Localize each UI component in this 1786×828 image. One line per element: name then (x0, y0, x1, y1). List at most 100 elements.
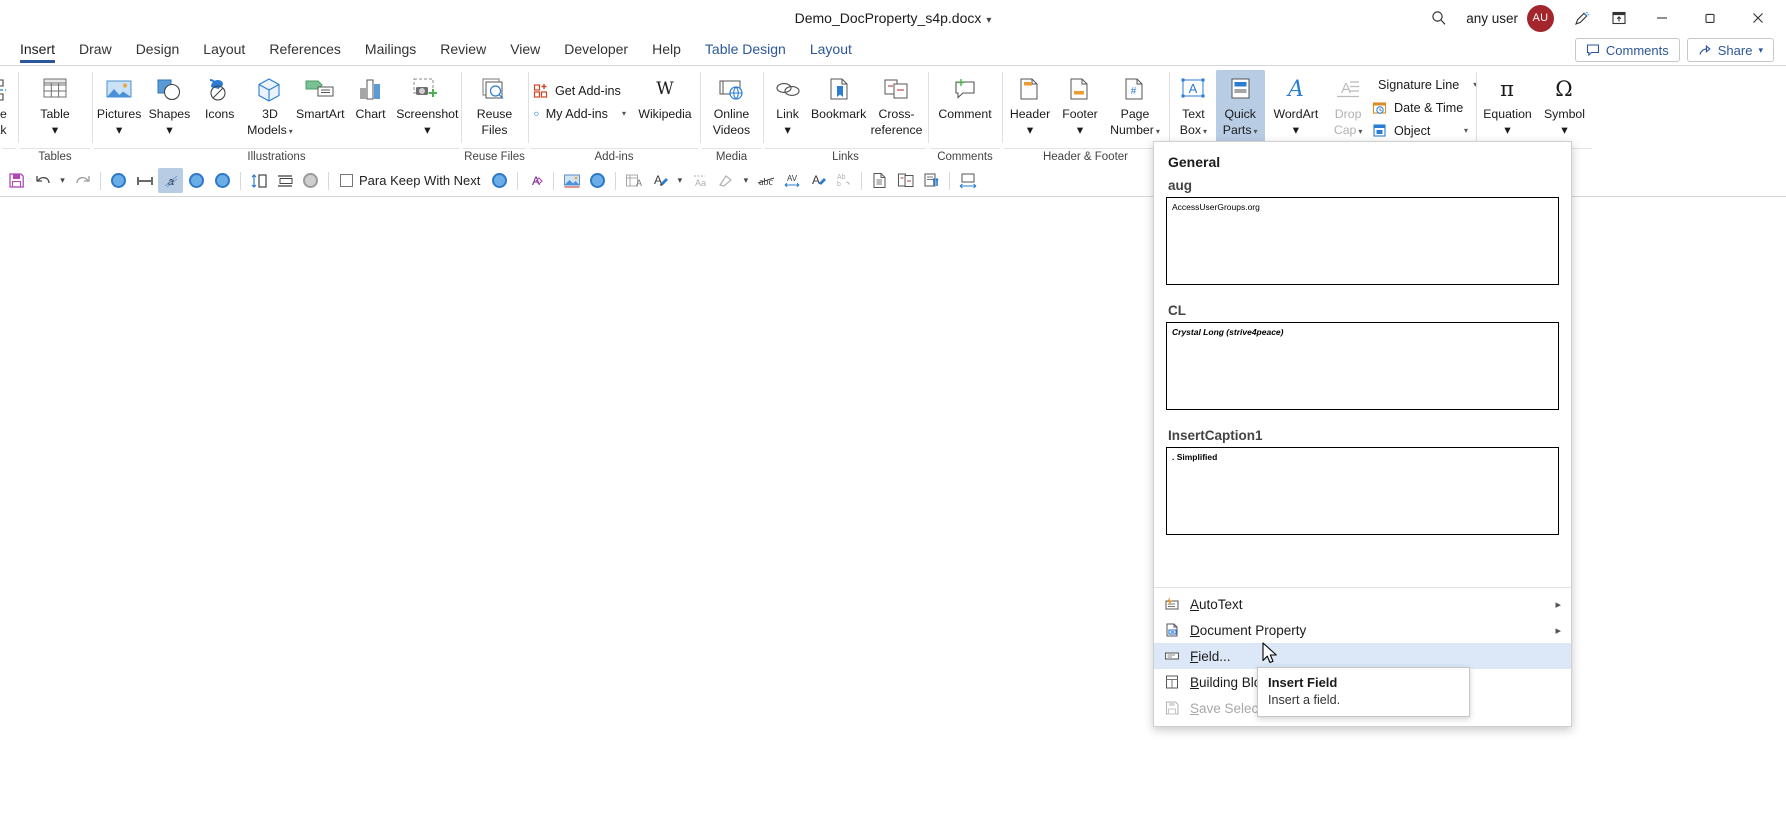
tab-review[interactable]: Review (428, 38, 498, 63)
macro-circle-grey-icon[interactable] (298, 168, 323, 193)
my-addins-button[interactable]: My Add-ins ▾ (530, 103, 632, 124)
chevron-down-icon[interactable]: ▾ (424, 123, 430, 138)
cross-reference-button[interactable]: Cross- reference (867, 70, 926, 142)
ribbon-display-options-icon[interactable] (1602, 3, 1636, 33)
replace-icon[interactable]: Ab b (831, 168, 856, 193)
minimize-icon[interactable] (1640, 1, 1684, 35)
page-break-button[interactable]: ge ak (0, 70, 16, 142)
close-icon[interactable] (1736, 1, 1780, 35)
redo-icon[interactable] (70, 168, 95, 193)
object-button[interactable]: Object ▾ (1369, 120, 1474, 141)
search-icon[interactable] (1422, 3, 1456, 33)
online-videos-button[interactable]: Online Videos (702, 70, 761, 142)
tab-design[interactable]: Design (124, 38, 192, 63)
macro-circle-4-icon[interactable] (487, 168, 512, 193)
chart-button[interactable]: Chart (345, 70, 395, 142)
gallery-entry-thumbnail-cl[interactable]: Crystal Long (strive4peace) (1166, 322, 1559, 410)
chevron-down-icon[interactable]: ▾ (166, 123, 172, 138)
strikethrough-abc-icon[interactable]: abc (753, 168, 778, 193)
macro-circle-3-icon[interactable] (210, 168, 235, 193)
fit-width-icon[interactable] (955, 168, 980, 193)
pen-tool-icon[interactable] (713, 168, 738, 193)
tab-table-design[interactable]: Table Design (693, 38, 798, 63)
macro-circle-2-icon[interactable] (184, 168, 209, 193)
chevron-down-icon[interactable]: ▾ (986, 15, 991, 26)
chevron-down-icon[interactable]: ▾ (1456, 126, 1468, 135)
quick-parts-button[interactable]: Quick Parts ▾ (1215, 70, 1265, 142)
format-painter-icon[interactable]: A (647, 168, 672, 193)
spacing-icon[interactable] (132, 168, 157, 193)
tab-mailings[interactable]: Mailings (353, 38, 428, 63)
document-icon[interactable] (867, 168, 892, 193)
chevron-down-icon[interactable]: ▾ (1561, 123, 1567, 138)
insert-picture-icon[interactable] (559, 168, 584, 193)
restore-icon[interactable] (1688, 1, 1732, 35)
screenshot-button[interactable]: Screenshot ▾ (396, 70, 459, 142)
gallery-entry-thumbnail-aug[interactable]: AccessUserGroups.org (1166, 197, 1559, 285)
link-button[interactable]: Link ▾ (765, 70, 810, 142)
symbol-button[interactable]: Ω Symbol ▾ (1537, 70, 1592, 142)
icons-button[interactable]: Icons (195, 70, 245, 142)
chevron-down-icon[interactable]: ▾ (116, 123, 122, 138)
character-spacing-icon[interactable]: AV (779, 168, 804, 193)
compare-docs-icon[interactable] (893, 168, 918, 193)
tab-draw[interactable]: Draw (67, 38, 124, 63)
header-button[interactable]: Header ▾ (1004, 70, 1056, 142)
menu-item-autotext[interactable]: AutoText ▸ (1154, 591, 1571, 617)
undo-icon[interactable] (30, 168, 55, 193)
chevron-down-icon[interactable]: ▾ (784, 123, 790, 138)
tab-layout[interactable]: Layout (191, 38, 257, 63)
3d-models-button[interactable]: 3D Models ▾ (245, 70, 295, 142)
reuse-files-button[interactable]: Reuse Files (464, 70, 526, 142)
tab-insert[interactable]: Insert (8, 38, 67, 63)
macro-circle-1-icon[interactable] (106, 168, 131, 193)
equation-button[interactable]: π Equation ▾ (1478, 70, 1537, 142)
date-time-button[interactable]: Date & Time (1369, 97, 1474, 118)
text-effects-icon[interactable]: A (805, 168, 830, 193)
undo-dropdown-chevron-icon[interactable]: ▾ (56, 175, 69, 186)
chevron-down-icon[interactable]: ▾ (1027, 123, 1033, 138)
macro-circle-5-icon[interactable] (585, 168, 610, 193)
paragraph-indent-icon[interactable] (272, 168, 297, 193)
tab-view[interactable]: View (498, 38, 552, 63)
highlight-a-icon[interactable]: a (158, 168, 183, 193)
tab-help[interactable]: Help (640, 38, 693, 63)
comment-button[interactable]: Comment (930, 70, 1000, 142)
chevron-down-icon[interactable]: ▾ (1293, 123, 1299, 138)
pen-icon[interactable] (1564, 3, 1598, 33)
table-properties-icon[interactable]: A (621, 168, 646, 193)
chevron-down-icon[interactable]: ▾ (52, 123, 58, 138)
checkbox-box[interactable] (340, 174, 353, 187)
bookmark-button[interactable]: Bookmark (810, 70, 867, 142)
para-keep-with-next-checkbox[interactable]: Para Keep With Next (334, 173, 486, 188)
tab-developer[interactable]: Developer (552, 38, 640, 63)
wordart-button[interactable]: A WordArt ▾ (1265, 70, 1328, 142)
chevron-down-icon[interactable]: ▾ (1504, 123, 1510, 138)
pictures-button[interactable]: Pictures ▾ (94, 70, 144, 142)
clear-formatting-icon[interactable]: A (523, 168, 548, 193)
shapes-button[interactable]: Shapes ▾ (144, 70, 194, 142)
tab-references[interactable]: References (257, 38, 353, 63)
pen-tool-dropdown-chevron-icon[interactable]: ▾ (739, 175, 752, 186)
account-button[interactable]: any user AU (1460, 4, 1560, 32)
footer-button[interactable]: Footer ▾ (1056, 70, 1104, 142)
chevron-down-icon[interactable]: ▾ (1077, 123, 1083, 138)
table-button[interactable]: Table ▾ (24, 70, 86, 142)
text-box-button[interactable]: A Text Box ▾ (1171, 70, 1216, 142)
menu-item-document-property[interactable]: Document Property ▸ (1154, 617, 1571, 643)
comments-button[interactable]: Comments (1574, 38, 1680, 62)
line-spacing-icon[interactable] (246, 168, 271, 193)
signature-line-button[interactable]: Signature Line ▾ (1369, 74, 1477, 95)
gallery-entry-thumbnail-insertcaption1[interactable]: . Simplified (1166, 447, 1559, 535)
page-number-button[interactable]: # Page Number ▾ (1104, 70, 1166, 142)
tab-table-layout[interactable]: Layout (798, 38, 864, 63)
wikipedia-button[interactable]: W Wikipedia (632, 70, 698, 142)
share-button[interactable]: Share ▾ (1686, 38, 1774, 62)
smartart-button[interactable]: SmartArt (295, 70, 345, 142)
format-painter-dropdown-chevron-icon[interactable]: ▾ (673, 175, 686, 186)
doc-tools-icon[interactable] (919, 168, 944, 193)
get-addins-button[interactable]: Get Add-ins (530, 80, 632, 101)
chevron-down-icon[interactable]: ▾ (614, 109, 626, 118)
save-icon[interactable] (4, 168, 29, 193)
change-case-icon[interactable]: Aa (687, 168, 712, 193)
